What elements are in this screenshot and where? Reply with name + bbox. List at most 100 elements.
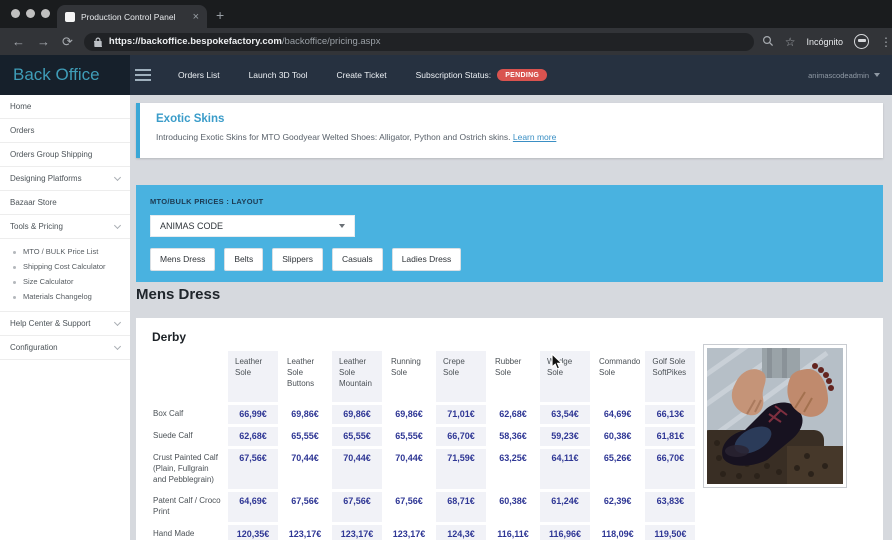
- user-menu[interactable]: animascodeadmin: [808, 55, 880, 95]
- window-minimize-button[interactable]: [26, 9, 35, 18]
- banner-title: Exotic Skins: [156, 113, 867, 125]
- window-zoom-button[interactable]: [41, 9, 50, 18]
- sidebar-item-home[interactable]: Home: [0, 95, 130, 119]
- price-cell: 70,44€: [280, 449, 330, 489]
- category-button-ladies-dress[interactable]: Ladies Dress: [392, 248, 462, 271]
- banner-body: Introducing Exotic Skins for MTO Goodyea…: [156, 132, 867, 142]
- sidebar-item-configuration[interactable]: Configuration: [0, 336, 130, 360]
- price-cell: 119,50€: [645, 525, 695, 540]
- zoom-search-icon[interactable]: [762, 35, 774, 49]
- price-cell: 69,86€: [384, 405, 434, 424]
- price-cell: 66,70€: [645, 449, 695, 489]
- price-cell: 66,99€: [228, 405, 278, 424]
- sidebar-subitem-shipping-cost-calculator[interactable]: Shipping Cost Calculator: [0, 259, 130, 274]
- user-name: animascodeadmin: [808, 71, 869, 80]
- sidebar-item-tools-pricing[interactable]: Tools & Pricing: [0, 215, 130, 239]
- column-header: Commando Sole: [592, 351, 643, 402]
- chevron-down-icon: [874, 73, 880, 77]
- price-cell: 71,59€: [436, 449, 486, 489]
- chevron-down-icon: [114, 221, 121, 228]
- hamburger-menu-icon[interactable]: [135, 69, 151, 84]
- sidebar-item-label: Designing Platforms: [10, 174, 115, 183]
- layout-select[interactable]: ANIMAS CODE: [150, 215, 355, 237]
- category-button-casuals[interactable]: Casuals: [332, 248, 383, 271]
- table-row: Patent Calf / Croco Print64,69€67,56€67,…: [152, 492, 695, 522]
- price-cell: 63,25€: [488, 449, 538, 489]
- product-photo: [703, 344, 847, 488]
- shoe-photo-illustration: [707, 348, 843, 484]
- sidebar-item-label: Tools & Pricing: [10, 222, 115, 231]
- new-tab-button[interactable]: +: [216, 5, 224, 25]
- tab-close-icon[interactable]: ×: [193, 11, 199, 23]
- learn-more-link[interactable]: Learn more: [513, 132, 556, 142]
- nav-item-launch-3d-tool[interactable]: Launch 3D Tool: [249, 70, 308, 80]
- nav-item-create-ticket[interactable]: Create Ticket: [337, 70, 387, 80]
- incognito-avatar-icon[interactable]: [854, 34, 869, 49]
- price-cell: 64,69€: [228, 492, 278, 522]
- category-button-mens-dress[interactable]: Mens Dress: [150, 248, 215, 271]
- price-cell: 59,23€: [540, 427, 590, 446]
- category-button-slippers[interactable]: Slippers: [272, 248, 323, 271]
- price-cell: 116,11€: [488, 525, 538, 540]
- sidebar-item-bazaar-store[interactable]: Bazaar Store: [0, 191, 130, 215]
- column-header: Leather Sole Mountain: [332, 351, 382, 402]
- row-label: Box Calf: [152, 405, 226, 424]
- address-bar[interactable]: https://backoffice.bespokefactory.com/ba…: [84, 33, 754, 51]
- announcement-banner: Exotic Skins Introducing Exotic Skins fo…: [136, 103, 883, 158]
- price-cell: 67,56€: [280, 492, 330, 522]
- price-cell: 63,83€: [645, 492, 695, 522]
- bookmark-star-icon[interactable]: ☆: [785, 36, 796, 48]
- price-cell: 65,26€: [592, 449, 643, 489]
- price-cell: 67,56€: [332, 492, 382, 522]
- price-cell: 69,86€: [280, 405, 330, 424]
- price-cell: 65,55€: [384, 427, 434, 446]
- window-close-button[interactable]: [11, 9, 20, 18]
- price-table: Leather SoleLeather Sole ButtonsLeather …: [150, 348, 697, 540]
- sidebar-item-designing-platforms[interactable]: Designing Platforms: [0, 167, 130, 191]
- browser-menu-icon[interactable]: ⋮: [880, 36, 892, 48]
- chevron-down-icon: [339, 224, 345, 228]
- layout-select-value: ANIMAS CODE: [160, 221, 223, 231]
- tab-title: Production Control Panel: [81, 12, 189, 22]
- tab-favicon-icon: [65, 12, 75, 22]
- column-header: Leather Sole Buttons: [280, 351, 330, 402]
- table-row: Hand Made PATINA120,35€123,17€123,17€123…: [152, 525, 695, 540]
- category-button-belts[interactable]: Belts: [224, 248, 263, 271]
- price-cell: 61,24€: [540, 492, 590, 522]
- sidebar-item-orders-group-shipping[interactable]: Orders Group Shipping: [0, 143, 130, 167]
- table-corner-cell: [152, 351, 226, 402]
- sidebar-submenu: MTO / BULK Price ListShipping Cost Calcu…: [0, 239, 130, 312]
- sidebar-item-help-center-support[interactable]: Help Center & Support: [0, 312, 130, 336]
- header-nav: Orders ListLaunch 3D ToolCreate Ticket S…: [178, 55, 547, 95]
- sidebar-subitem-size-calculator[interactable]: Size Calculator: [0, 274, 130, 289]
- sidebar-item-label: Orders Group Shipping: [10, 150, 120, 159]
- app-header: Back Office Orders List Launch 3D Tool Cre…: [0, 55, 892, 95]
- sidebar-item-label: Home: [10, 102, 120, 111]
- browser-tab-strip: Production Control Panel × +: [0, 0, 892, 28]
- row-label: Patent Calf / Croco Print: [152, 492, 226, 522]
- price-cell: 64,11€: [540, 449, 590, 489]
- forward-icon[interactable]: →: [37, 35, 50, 48]
- column-header: Wedge Sole: [540, 351, 590, 402]
- back-icon[interactable]: ←: [12, 35, 25, 48]
- reload-icon[interactable]: ⟳: [62, 35, 73, 48]
- url-host: https://backoffice.bespokefactory.com: [109, 36, 282, 47]
- mouse-cursor: [551, 353, 564, 371]
- column-header: Running Sole: [384, 351, 434, 402]
- sidebar-item-orders[interactable]: Orders: [0, 119, 130, 143]
- sidebar-item-label: Orders: [10, 126, 120, 135]
- nav-item-orders-list[interactable]: Orders List: [178, 70, 220, 80]
- price-cell: 120,35€: [228, 525, 278, 540]
- lock-icon: [94, 37, 102, 47]
- url-path: /backoffice/pricing.aspx: [282, 36, 381, 47]
- app-logo[interactable]: Back Office: [0, 55, 130, 95]
- table-title: Derby: [152, 330, 869, 344]
- sidebar-subitem-materials-changelog[interactable]: Materials Changelog: [0, 289, 130, 304]
- price-cell: 118,09€: [592, 525, 643, 540]
- browser-tab[interactable]: Production Control Panel ×: [57, 5, 207, 28]
- price-cell: 124,3€: [436, 525, 486, 540]
- subscription-status-badge: PENDING: [497, 69, 547, 81]
- price-cell: 70,44€: [384, 449, 434, 489]
- category-button-row: Mens Dress Belts Slippers Casuals Ladies Dre…: [150, 248, 869, 271]
- sidebar-subitem-mto-bulk-price-list[interactable]: MTO / BULK Price List: [0, 244, 130, 259]
